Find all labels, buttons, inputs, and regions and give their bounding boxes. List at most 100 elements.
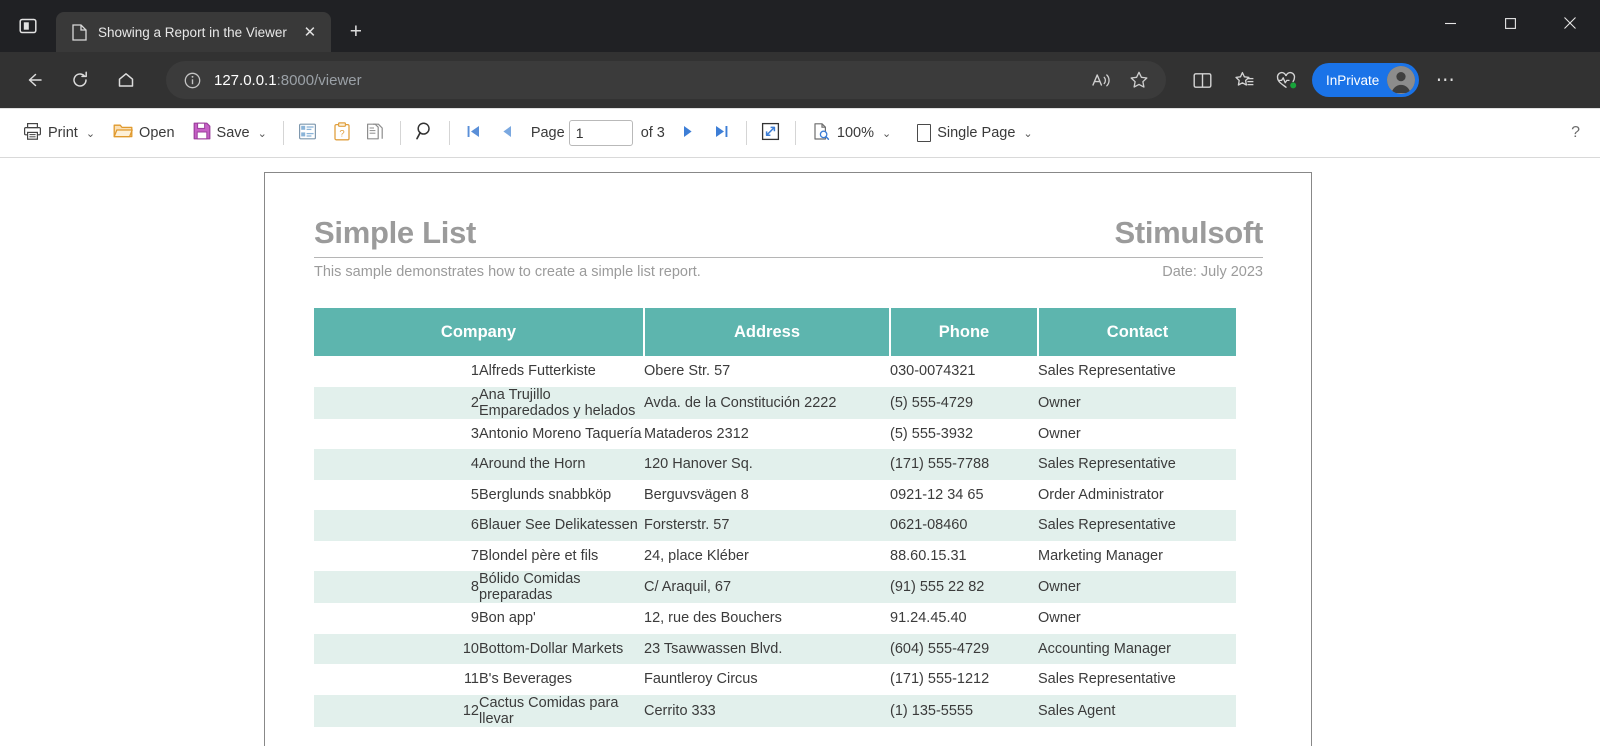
- url-path: :8000/viewer: [276, 71, 362, 89]
- page-label: Page: [530, 125, 565, 141]
- page-count-label: of 3: [640, 125, 665, 141]
- bookmarks-panel-button[interactable]: [291, 116, 325, 150]
- tab-title: Showing a Report in the Viewer: [98, 24, 287, 40]
- table-row: 3 Antonio Moreno Taquería Mataderos 2312 (5…: [314, 419, 1236, 450]
- zoom-button[interactable]: 100% ⌄: [803, 116, 900, 150]
- close-window-button[interactable]: [1540, 0, 1600, 46]
- report-subheader: This sample demonstrates how to create a…: [314, 264, 1263, 280]
- toolbar-separator: [745, 121, 747, 145]
- tab-close-icon[interactable]: ✕: [297, 19, 323, 45]
- cell-address: C/ Araquil, 67: [644, 571, 890, 603]
- open-button[interactable]: Open: [104, 116, 183, 150]
- chevron-down-icon[interactable]: ⌄: [258, 127, 267, 140]
- print-label: Print: [48, 125, 78, 141]
- cell-company: Antonio Moreno Taquería: [479, 425, 642, 442]
- single-page-checkbox[interactable]: [917, 124, 932, 142]
- cell-address: Mataderos 2312: [644, 425, 749, 442]
- report-header: Simple List Stimulsoft: [314, 217, 1263, 248]
- new-tab-button[interactable]: +: [339, 15, 373, 49]
- chevron-down-icon[interactable]: ⌄: [1023, 127, 1032, 140]
- chevron-down-icon[interactable]: ⌄: [86, 127, 95, 140]
- table-header: Company Address Phone Contact: [314, 308, 1236, 356]
- row-number: 4: [314, 449, 479, 480]
- favorites-star-list-icon[interactable]: [1224, 60, 1264, 100]
- cell-phone: 0621-08460: [890, 510, 1038, 541]
- full-screen-button[interactable]: [754, 116, 788, 150]
- cell-phone: 030-0074321: [890, 363, 976, 380]
- report-date: Date: July 2023: [1162, 264, 1263, 280]
- table-row: 1 Alfreds Futterkiste Obere Str. 57 030-007…: [314, 356, 1236, 387]
- tab-actions-icon[interactable]: [0, 0, 56, 52]
- browser-tab[interactable]: Showing a Report in the Viewer ✕: [56, 12, 331, 52]
- cell-address: Forsterstr. 57: [644, 510, 890, 541]
- cell-contact: Order Administrator: [1038, 486, 1164, 503]
- cell-company: Blondel père et fils: [479, 547, 599, 564]
- next-page-button[interactable]: [671, 116, 705, 150]
- report-title: Simple List: [314, 215, 477, 250]
- cell-company: Bon app': [479, 610, 536, 627]
- cell-company: Bólido Comidas preparadas: [479, 571, 644, 603]
- cell-contact: Owner: [1038, 610, 1081, 627]
- page-number-input[interactable]: [568, 120, 633, 146]
- inprivate-profile-button[interactable]: InPrivate: [1312, 63, 1420, 97]
- read-aloud-icon[interactable]: [1084, 63, 1118, 97]
- view-mode-button[interactable]: Single Page ⌄: [908, 116, 1041, 150]
- table-row: 2 Ana Trujillo Emparedados y helados Avda.…: [314, 386, 1236, 419]
- toolbar-separator: [399, 121, 401, 145]
- cell-phone: 88.60.15.31: [890, 547, 967, 564]
- previous-page-button[interactable]: [491, 116, 525, 150]
- print-button[interactable]: Print ⌄: [14, 116, 104, 150]
- save-button[interactable]: Save ⌄: [184, 116, 276, 150]
- cell-contact: Accounting Manager: [1038, 633, 1236, 664]
- browser-window: Showing a Report in the Viewer ✕ + 127.0…: [0, 0, 1600, 746]
- row-number: 10: [314, 633, 479, 664]
- row-number: 5: [470, 486, 479, 503]
- parameters-button[interactable]: ?: [325, 116, 359, 150]
- table-row: 12 Cactus Comidas para llevar Cerrito 333(…: [314, 694, 1236, 727]
- row-number: 12: [314, 694, 479, 727]
- table-row: 5 Berglunds snabbköp Berguvsvägen 8 0921-12…: [314, 480, 1236, 511]
- info-circle-icon[interactable]: [182, 70, 202, 90]
- report-table: Company Address Phone Contact 1 Alfreds F…: [314, 308, 1236, 727]
- cell-phone: 0921-12 34 65: [890, 486, 984, 503]
- page-zoom-icon: [812, 122, 831, 145]
- cell-address: 120 Hanover Sq.: [644, 449, 890, 480]
- profile-avatar-icon[interactable]: [1387, 66, 1416, 94]
- home-icon[interactable]: [106, 60, 146, 100]
- cell-contact: Sales Representative: [1038, 671, 1176, 688]
- cell-address: Berguvsvägen 8: [644, 486, 749, 503]
- document-viewport[interactable]: Simple List Stimulsoft This sample demon…: [0, 158, 1600, 746]
- cell-contact: Sales Representative: [1038, 510, 1236, 541]
- last-page-button[interactable]: [705, 116, 739, 150]
- cell-company: Alfreds Futterkiste: [479, 363, 596, 380]
- table-row: 6 Blauer See Delikatessen Forsterstr. 57 06…: [314, 510, 1236, 541]
- toolbar-separator: [282, 121, 284, 145]
- table-header-row: Company Address Phone Contact: [314, 308, 1236, 356]
- open-label: Open: [139, 125, 175, 141]
- minimize-button[interactable]: [1420, 0, 1480, 46]
- maximize-button[interactable]: [1480, 0, 1540, 46]
- back-arrow-icon[interactable]: [14, 60, 54, 100]
- table-body: 1 Alfreds Futterkiste Obere Str. 57 030-007…: [314, 356, 1236, 727]
- cell-contact: Sales Representative: [1038, 363, 1176, 380]
- resources-panel-button[interactable]: [359, 116, 393, 150]
- last-page-icon: [713, 123, 730, 144]
- refresh-icon[interactable]: [60, 60, 100, 100]
- chevron-down-icon[interactable]: ⌄: [882, 127, 891, 140]
- url-text: 127.0.0.1:8000/viewer: [214, 72, 362, 89]
- cell-address: Obere Str. 57: [644, 363, 731, 380]
- cell-phone: (171) 555-1212: [890, 671, 990, 688]
- help-button[interactable]: ?: [1571, 124, 1586, 142]
- browser-essentials-icon[interactable]: [1266, 60, 1306, 100]
- star-icon[interactable]: [1122, 63, 1156, 97]
- zoom-value: 100%: [836, 125, 874, 141]
- first-page-button[interactable]: [457, 116, 491, 150]
- toolbar-separator: [794, 121, 796, 145]
- settings-and-more-icon[interactable]: ⋯: [1425, 60, 1465, 100]
- cell-contact: Marketing Manager: [1038, 547, 1163, 564]
- address-bar[interactable]: 127.0.0.1:8000/viewer: [166, 61, 1166, 99]
- bookmarks-panel-icon: [298, 122, 317, 145]
- view-mode-label: Single Page: [937, 125, 1016, 141]
- find-button[interactable]: [408, 116, 442, 150]
- split-screen-icon[interactable]: [1182, 60, 1222, 100]
